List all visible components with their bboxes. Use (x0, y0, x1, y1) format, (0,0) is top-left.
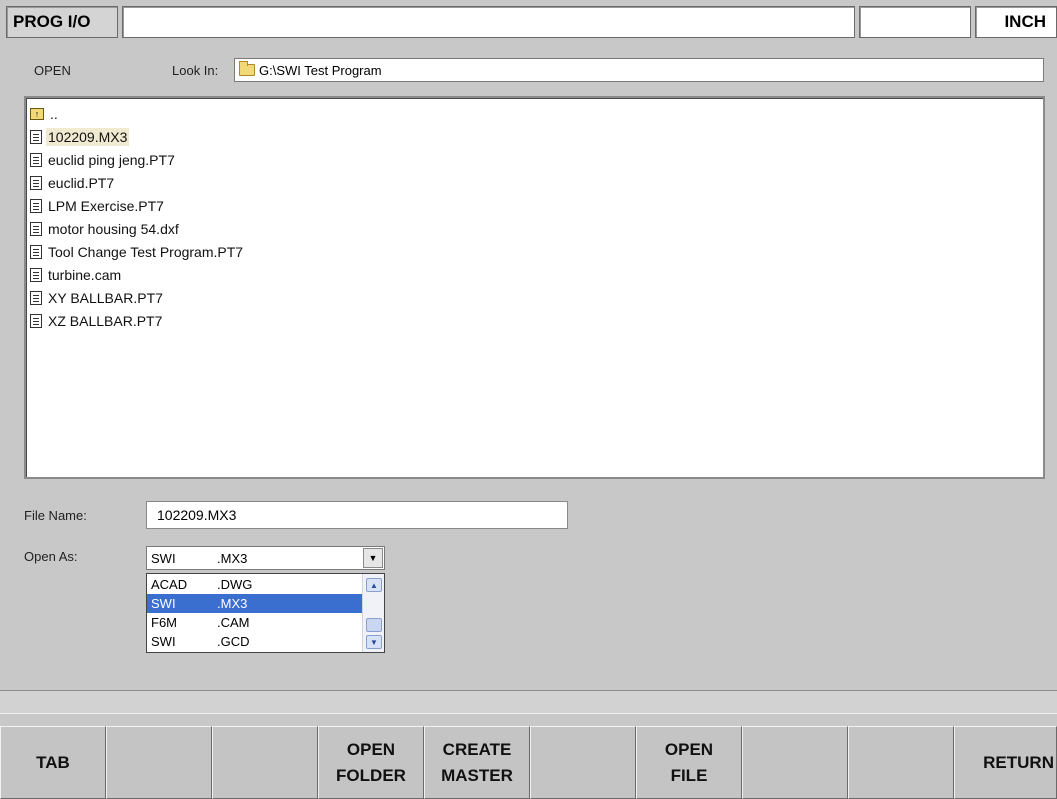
file-name-input[interactable]: 102209.MX3 (146, 501, 568, 529)
message-bar (0, 690, 1057, 714)
option-type: SWI (151, 634, 176, 649)
open-as-dropdown-list[interactable]: ACAD .DWG SWI .MX3 F6M .CAM SWI .GCD ▲ ▼ (146, 573, 385, 653)
open-as-select[interactable]: SWI .MX3 ▼ (146, 546, 385, 570)
document-icon (30, 221, 42, 236)
chevron-down-icon: ▼ (368, 553, 378, 563)
document-icon (30, 244, 42, 259)
list-item-file[interactable]: XZ BALLBAR.PT7 (30, 309, 1043, 332)
units-indicator: INCH (975, 6, 1057, 38)
document-icon (30, 129, 42, 144)
softkey-6[interactable] (530, 726, 636, 799)
softkey-bar: TAB OPEN FOLDER CREATE MASTER OPEN FILE … (0, 726, 1057, 799)
status-field (859, 6, 971, 38)
file-name: turbine.cam (48, 266, 122, 283)
up-folder-icon: ↑ (30, 107, 44, 120)
softkey-3[interactable] (212, 726, 318, 799)
list-item-file[interactable]: XY BALLBAR.PT7 (30, 286, 1043, 309)
list-item-file[interactable]: euclid.PT7 (30, 171, 1043, 194)
document-icon (30, 313, 42, 328)
file-list[interactable]: ↑ .. 102209.MX3 euclid ping jeng.PT7 euc… (24, 96, 1045, 479)
softkey-open-file[interactable]: OPEN FILE (636, 726, 742, 799)
softkey-create-master[interactable]: CREATE MASTER (424, 726, 530, 799)
file-name: euclid.PT7 (48, 174, 115, 191)
file-name: euclid ping jeng.PT7 (48, 151, 175, 168)
file-name: LPM Exercise.PT7 (48, 197, 164, 214)
open-as-label: Open As: (24, 549, 78, 564)
file-name: motor housing 54.dxf (48, 220, 179, 237)
softkey-open-folder[interactable]: OPEN FOLDER (318, 726, 424, 799)
dropdown-option[interactable]: F6M .CAM (147, 613, 362, 632)
chevron-up-icon[interactable]: ▲ (366, 578, 382, 592)
file-name: XZ BALLBAR.PT7 (48, 312, 163, 329)
option-ext: .CAM (217, 615, 250, 630)
dropdown-option[interactable]: ACAD .DWG (147, 575, 362, 594)
softkey-2[interactable] (106, 726, 212, 799)
list-item-file[interactable]: motor housing 54.dxf (30, 217, 1043, 240)
softkey-tab[interactable]: TAB (0, 726, 106, 799)
look-in-path-field[interactable]: G:\SWI Test Program (234, 58, 1044, 82)
option-ext: .MX3 (217, 596, 248, 611)
option-ext: .GCD (217, 634, 250, 649)
file-name: XY BALLBAR.PT7 (48, 289, 163, 306)
list-item-file[interactable]: euclid ping jeng.PT7 (30, 148, 1043, 171)
document-icon (30, 198, 42, 213)
file-name: 102209.MX3 (46, 127, 130, 146)
softkey-return[interactable]: RETURN (954, 726, 1057, 799)
option-ext: .DWG (217, 577, 253, 592)
document-icon (30, 152, 42, 167)
dropdown-arrow-button[interactable]: ▼ (363, 548, 383, 568)
document-icon (30, 290, 42, 305)
list-item-file[interactable]: Tool Change Test Program.PT7 (30, 240, 1043, 263)
option-type: F6M (151, 615, 177, 630)
look-in-path: G:\SWI Test Program (259, 62, 382, 78)
softkey-8[interactable] (742, 726, 848, 799)
dialog-title: OPEN (34, 63, 71, 78)
option-type: ACAD (151, 577, 188, 592)
mode-indicator: PROG I/O (6, 6, 118, 38)
option-type: SWI (151, 596, 176, 611)
open-as-type: SWI (151, 551, 176, 566)
dropdown-option[interactable]: SWI .GCD (147, 632, 362, 651)
chevron-down-icon[interactable]: ▼ (366, 635, 382, 649)
softkey-9[interactable] (848, 726, 954, 799)
folder-icon (239, 61, 255, 76)
document-icon (30, 175, 42, 190)
top-status-bar: PROG I/O INCH (0, 0, 1057, 44)
dropdown-option-selected[interactable]: SWI .MX3 (147, 594, 362, 613)
file-name-label: File Name: (24, 508, 87, 523)
list-item-file[interactable]: 102209.MX3 (30, 125, 1043, 148)
open-as-ext: .MX3 (217, 551, 248, 566)
file-name: Tool Change Test Program.PT7 (48, 243, 244, 260)
document-icon (30, 267, 42, 282)
list-item-parent-folder[interactable]: ↑ .. (30, 102, 1043, 125)
list-item-file[interactable]: LPM Exercise.PT7 (30, 194, 1043, 217)
look-in-label: Look In: (172, 63, 219, 78)
list-item-file[interactable]: turbine.cam (30, 263, 1043, 286)
message-field (122, 6, 855, 38)
dropdown-scrollbar[interactable]: ▲ ▼ (362, 574, 384, 652)
file-name: .. (50, 105, 58, 122)
scroll-thumb[interactable] (366, 618, 382, 632)
